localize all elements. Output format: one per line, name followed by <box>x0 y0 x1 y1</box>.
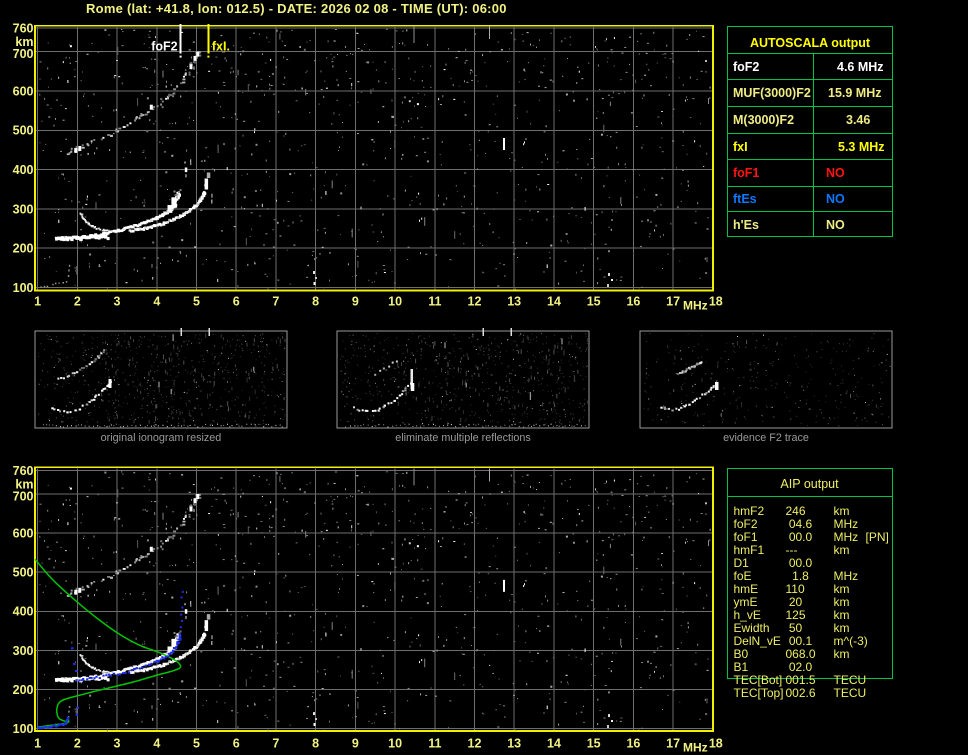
svg-text:600: 600 <box>13 527 34 541</box>
svg-text:15: 15 <box>587 737 601 751</box>
svg-text:18: 18 <box>709 295 723 309</box>
svg-text:11: 11 <box>428 737 441 751</box>
svg-text:foF2: foF2 <box>151 40 177 54</box>
svg-text:500: 500 <box>13 566 34 580</box>
svg-text:17: 17 <box>666 737 680 751</box>
svg-text:300: 300 <box>13 202 34 216</box>
svg-text:8: 8 <box>312 737 319 751</box>
svg-text:9: 9 <box>352 295 359 309</box>
svg-text:10: 10 <box>388 737 402 751</box>
svg-text:4: 4 <box>153 295 160 309</box>
svg-text:12: 12 <box>468 737 482 751</box>
svg-text:10: 10 <box>388 295 402 309</box>
svg-text:6: 6 <box>233 737 240 751</box>
svg-text:16: 16 <box>626 295 640 309</box>
svg-text:3: 3 <box>114 737 121 751</box>
svg-text:18: 18 <box>709 737 723 751</box>
svg-text:700: 700 <box>13 47 34 61</box>
svg-text:400: 400 <box>13 605 34 619</box>
svg-text:100: 100 <box>13 281 34 295</box>
svg-text:6: 6 <box>233 295 240 309</box>
svg-text:MHz: MHz <box>683 299 708 313</box>
svg-text:13: 13 <box>507 295 521 309</box>
svg-text:7: 7 <box>272 295 279 309</box>
svg-text:760: 760 <box>13 464 34 478</box>
svg-text:5: 5 <box>193 737 200 751</box>
svg-text:600: 600 <box>13 84 34 98</box>
svg-text:17: 17 <box>666 295 680 309</box>
svg-text:500: 500 <box>13 124 34 138</box>
svg-text:760: 760 <box>13 21 34 35</box>
svg-text:MHz: MHz <box>683 741 708 755</box>
svg-text:11: 11 <box>428 295 441 309</box>
svg-text:2: 2 <box>74 295 81 309</box>
svg-text:13: 13 <box>507 737 521 751</box>
svg-text:200: 200 <box>13 683 34 697</box>
svg-text:5: 5 <box>193 295 200 309</box>
svg-text:7: 7 <box>272 737 279 751</box>
svg-text:3: 3 <box>114 295 121 309</box>
svg-text:14: 14 <box>547 737 561 751</box>
svg-text:12: 12 <box>468 295 482 309</box>
svg-text:9: 9 <box>352 737 359 751</box>
svg-text:1: 1 <box>34 737 41 751</box>
svg-text:2: 2 <box>74 737 81 751</box>
svg-text:700: 700 <box>13 489 34 503</box>
svg-text:4: 4 <box>153 737 160 751</box>
svg-text:200: 200 <box>13 242 34 256</box>
svg-text:16: 16 <box>626 737 640 751</box>
svg-text:fxI.: fxI. <box>212 40 230 54</box>
svg-text:400: 400 <box>13 163 34 177</box>
svg-text:100: 100 <box>13 722 34 736</box>
svg-text:8: 8 <box>312 295 319 309</box>
svg-text:14: 14 <box>547 295 561 309</box>
svg-text:300: 300 <box>13 644 34 658</box>
svg-text:1: 1 <box>34 295 41 309</box>
svg-text:15: 15 <box>587 295 601 309</box>
